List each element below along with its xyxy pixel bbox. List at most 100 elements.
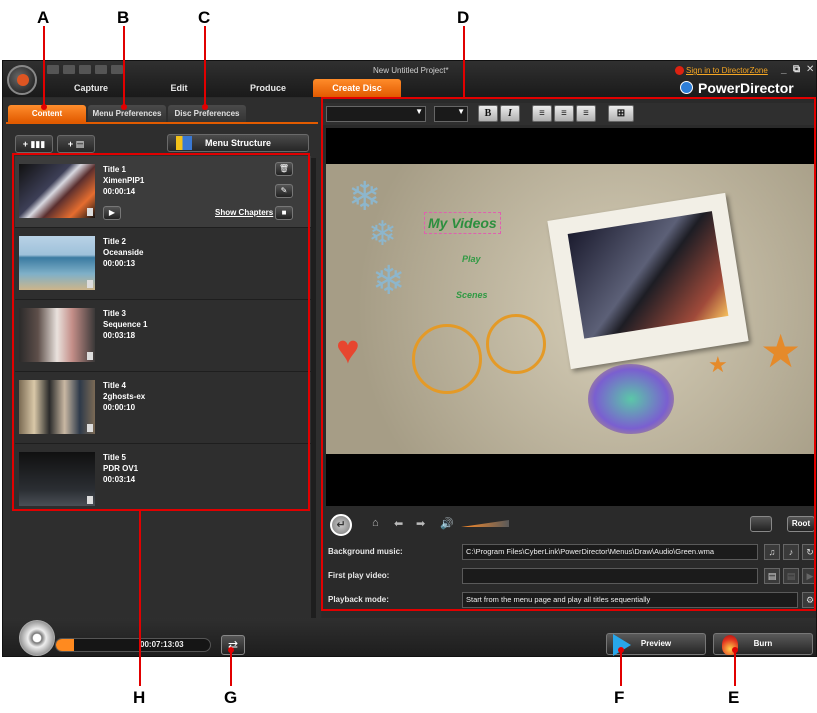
tab-content[interactable]: Content	[8, 105, 86, 122]
disc-capacity-fill	[56, 639, 75, 651]
menu-preview: ❄ ❄ ❄ ♥ My Videos Play Scenes ★ ★	[326, 128, 814, 506]
menu-scenes-button[interactable]: Scenes	[456, 290, 488, 300]
title-item-1[interactable]: Title 1 XimenPIP1 00:00:14 ▶ Show Chapte…	[15, 156, 311, 228]
title-duration: 00:03:14	[103, 475, 136, 484]
volume-slider[interactable]	[461, 520, 509, 527]
first-play-add-icon[interactable]: ▤	[764, 568, 780, 584]
callout-line-c	[204, 26, 206, 107]
callout-dot-f	[618, 647, 624, 653]
star-icon: ★	[708, 352, 728, 377]
app-logo-icon[interactable]	[7, 65, 37, 95]
disc-capacity-bar: 00:07:13:03	[55, 638, 211, 652]
layout-grid-icon[interactable]: ⊞	[608, 105, 634, 122]
tab-menu-preferences[interactable]: Menu Preferences	[88, 105, 166, 122]
heart-icon: ♥	[336, 328, 360, 372]
snowflake-icon: ❄	[372, 259, 406, 303]
doodle-character-icon	[486, 314, 546, 374]
add-playlist-button[interactable]: + ▤	[57, 135, 95, 153]
home-icon[interactable]: ⌂	[372, 517, 379, 529]
music-add-icon[interactable]: ♫	[764, 544, 780, 560]
safe-zone-icon[interactable]	[750, 516, 772, 532]
first-play-label: First play video:	[328, 571, 390, 580]
title-thumbnail	[19, 452, 95, 506]
title-name: Sequence 1	[103, 320, 148, 329]
playback-mode-label: Playback mode:	[328, 595, 389, 604]
tab-edit[interactable]: Edit	[135, 79, 223, 97]
align-center-icon[interactable]: ≡	[554, 105, 574, 122]
background-music-field[interactable]: C:\Program Files\CyberLink\PowerDirector…	[462, 544, 758, 560]
playback-mode-row: Playback mode: Start from the menu page …	[328, 592, 816, 608]
align-right-icon[interactable]: ≡	[576, 105, 596, 122]
callout-dot-a	[41, 104, 47, 110]
root-button[interactable]: Root	[787, 516, 815, 532]
title-duration: 00:00:10	[103, 403, 136, 412]
delete-icon[interactable]	[95, 65, 107, 74]
title-name: 2ghosts-ex	[103, 392, 146, 401]
tab-capture[interactable]: Capture	[47, 79, 135, 97]
bold-button[interactable]: B	[478, 105, 498, 122]
title-item-3[interactable]: Title 3 Sequence 1 00:03:18	[15, 300, 311, 372]
menu-canvas[interactable]: ❄ ❄ ❄ ♥ My Videos Play Scenes ★ ★	[326, 164, 814, 454]
tab-produce[interactable]: Produce	[224, 79, 312, 97]
title-list-scrollbar[interactable]	[311, 158, 316, 628]
add-title-button[interactable]: + ▮▮▮	[15, 135, 53, 153]
first-play-field[interactable]	[462, 568, 758, 584]
trash-icon[interactable]: 🗑	[275, 162, 293, 176]
restore-button[interactable]: ⧉	[793, 64, 800, 75]
italic-button[interactable]: I	[500, 105, 520, 122]
undo-icon[interactable]	[63, 65, 75, 74]
font-size-select[interactable]: ▼	[434, 106, 468, 122]
show-chapters-link[interactable]: Show Chapters	[215, 208, 273, 217]
directorzone-icon	[675, 66, 684, 75]
next-icon[interactable]: ➡	[416, 517, 425, 530]
return-icon[interactable]: ↵	[330, 514, 352, 536]
menu-play-button[interactable]: Play	[462, 254, 481, 264]
music-remove-icon[interactable]: ♪	[783, 544, 799, 560]
photo-frame	[547, 192, 749, 370]
music-sync-icon[interactable]: ↻	[802, 544, 816, 560]
settings-icon[interactable]	[111, 65, 123, 74]
title-item-5[interactable]: Title 5 PDR OV1 00:03:14	[15, 444, 311, 512]
disc-icon	[19, 620, 55, 656]
playback-mode-settings-icon[interactable]: ⚙	[802, 592, 816, 608]
background-music-row: Background music: C:\Program Files\Cyber…	[328, 544, 816, 560]
title-name: XimenPIP1	[103, 176, 145, 185]
title-thumbnail	[19, 236, 95, 290]
tab-create-disc[interactable]: Create Disc	[313, 79, 401, 97]
callout-c: C	[198, 8, 211, 27]
align-left-icon[interactable]: ≡	[532, 105, 552, 122]
chapter-icon[interactable]: ■	[275, 206, 293, 220]
product-name: PowerDirector	[698, 80, 794, 96]
callout-dot-e	[732, 647, 738, 653]
playback-mode-field[interactable]: Start from the menu page and play all ti…	[462, 592, 798, 608]
callout-b: B	[117, 8, 130, 27]
burn-button[interactable]: Burn	[713, 633, 813, 655]
callout-f: F	[614, 688, 625, 707]
title-item-2[interactable]: Title 2 Oceanside 00:00:13	[15, 228, 311, 300]
signin-link[interactable]: Sign in to DirectorZone	[686, 66, 768, 75]
title-list: Title 1 XimenPIP1 00:00:14 ▶ Show Chapte…	[15, 156, 311, 512]
first-play-remove-icon[interactable]: ▤	[783, 568, 799, 584]
title-thumbnail	[19, 380, 95, 434]
edit-pencil-icon[interactable]: ✎	[275, 184, 293, 198]
close-button[interactable]: ✕	[806, 64, 814, 75]
volume-icon[interactable]: 🔊	[440, 517, 454, 530]
title-item-4[interactable]: Title 4 2ghosts-ex 00:00:10	[15, 372, 311, 444]
font-select[interactable]: ▼	[326, 106, 426, 122]
menu-structure-button[interactable]: Menu Structure	[167, 134, 309, 152]
first-play-preview-icon[interactable]: ▶	[802, 568, 816, 584]
title-number: Title 4	[103, 381, 126, 390]
play-icon[interactable]: ▶	[103, 206, 121, 220]
redo-icon[interactable]	[79, 65, 91, 74]
callout-dot-b	[121, 104, 127, 110]
title-number: Title 5	[103, 453, 126, 462]
title-number: Title 2	[103, 237, 126, 246]
title-thumbnail	[19, 164, 95, 218]
menu-title-text[interactable]: My Videos	[424, 212, 501, 234]
doodle-sun-icon	[588, 364, 674, 434]
minimize-button[interactable]: _	[781, 64, 787, 75]
save-icon[interactable]	[47, 65, 59, 74]
disc-time: 00:07:13:03	[140, 640, 184, 649]
previous-icon[interactable]: ⬅	[394, 517, 403, 530]
callout-line-g	[230, 650, 232, 686]
